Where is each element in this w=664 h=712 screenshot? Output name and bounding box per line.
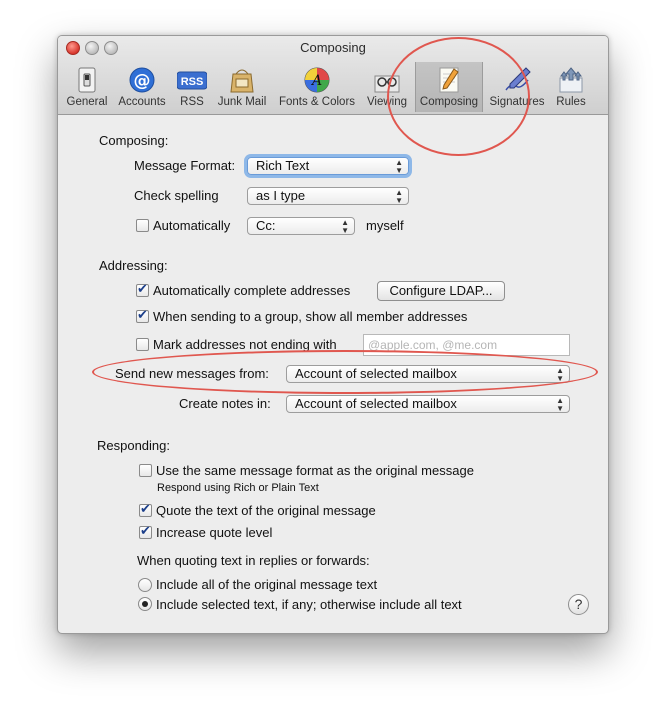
send-from-popup[interactable]: Account of selected mailbox ▲ ▼ — [286, 365, 570, 383]
toolbar: Composing General @ Accounts RSS RSS Jun… — [58, 36, 608, 115]
addressing-heading: Addressing: — [99, 258, 168, 273]
svg-text:@: @ — [134, 71, 151, 91]
pencil-icon — [439, 67, 459, 93]
message-format-popup[interactable]: Rich Text ▲ ▼ — [247, 157, 409, 175]
quoting-heading: When quoting text in replies or forwards… — [137, 553, 370, 568]
rss-icon: RSS — [177, 71, 207, 90]
same-format-checkbox[interactable] — [139, 464, 152, 477]
auto-complete-label: Automatically complete addresses — [153, 283, 351, 298]
message-format-label: Message Format: — [134, 158, 236, 173]
tab-accounts[interactable]: @ Accounts — [114, 62, 170, 112]
same-format-label: Use the same message format as the origi… — [156, 463, 474, 478]
popup-arrows-icon: ▲ ▼ — [341, 218, 349, 235]
configure-ldap-button[interactable]: Configure LDAP... — [377, 281, 505, 301]
send-from-label: Send new messages from: — [115, 366, 269, 381]
create-notes-label: Create notes in: — [179, 396, 271, 411]
color-palette-icon: A — [304, 67, 330, 93]
tab-fonts-colors[interactable]: A Fonts & Colors — [274, 62, 360, 112]
create-notes-popup[interactable]: Account of selected mailbox ▲ ▼ — [286, 395, 570, 413]
increase-quote-checkbox[interactable] — [139, 524, 152, 539]
glasses-icon — [374, 75, 400, 93]
tab-junk-mail-label: Junk Mail — [217, 96, 267, 108]
fountain-pen-icon — [505, 67, 531, 91]
light-switch-icon — [78, 67, 96, 93]
quote-text-label: Quote the text of the original message — [156, 503, 376, 518]
tab-rules[interactable]: Rules — [550, 62, 592, 112]
tab-composing-label: Composing — [419, 96, 479, 108]
popup-arrows-icon: ▲ ▼ — [556, 366, 564, 383]
quote-text-checkbox[interactable] — [139, 502, 152, 517]
auto-cc-label: Automatically — [153, 218, 231, 233]
check-spelling-label: Check spelling — [134, 188, 219, 203]
tab-general-label: General — [66, 96, 108, 108]
auto-cc-value: Cc: — [256, 218, 276, 233]
svg-text:A: A — [310, 73, 322, 89]
tab-general[interactable]: General — [64, 62, 110, 112]
auto-complete-checkbox[interactable] — [136, 282, 149, 297]
popup-arrows-icon: ▲ ▼ — [395, 188, 403, 205]
tab-viewing-label: Viewing — [366, 96, 408, 108]
check-spelling-value: as I type — [256, 188, 306, 203]
popup-arrows-icon: ▲ ▼ — [395, 158, 403, 175]
help-button[interactable]: ? — [568, 594, 589, 615]
tab-rss[interactable]: RSS RSS — [174, 62, 210, 112]
tab-accounts-label: Accounts — [118, 96, 166, 108]
include-all-radio[interactable] — [138, 578, 152, 592]
preferences-window: Composing General @ Accounts RSS RSS Jun… — [57, 35, 609, 634]
junk-mail-bag-icon — [230, 69, 254, 93]
responding-heading: Responding: — [97, 438, 170, 453]
tab-junk-mail[interactable]: Junk Mail — [214, 62, 270, 112]
mark-addresses-label: Mark addresses not ending with — [153, 337, 337, 352]
auto-cc-popup[interactable]: Cc: ▲ ▼ — [247, 217, 355, 235]
tab-rss-label: RSS — [180, 96, 204, 108]
tab-composing[interactable]: Composing — [415, 62, 483, 112]
include-selected-label: Include selected text, if any; otherwise… — [156, 597, 462, 612]
increase-quote-label: Increase quote level — [156, 525, 273, 540]
popup-arrows-icon: ▲ ▼ — [556, 396, 564, 413]
include-selected-radio[interactable] — [138, 597, 152, 611]
send-from-value: Account of selected mailbox — [295, 366, 457, 381]
composing-heading: Composing: — [99, 133, 169, 148]
mark-addresses-field[interactable]: @apple.com, @me.com — [363, 334, 570, 356]
check-spelling-popup[interactable]: as I type ▲ ▼ — [247, 187, 409, 205]
message-format-value: Rich Text — [256, 158, 310, 173]
include-all-label: Include all of the original message text — [156, 577, 378, 592]
tab-signatures-label: Signatures — [489, 96, 545, 108]
create-notes-value: Account of selected mailbox — [295, 396, 457, 411]
auto-cc-suffix: myself — [366, 218, 404, 233]
composing-pane: Composing: Message Format: Rich Text ▲ ▼ … — [58, 115, 608, 633]
auto-cc-checkbox[interactable] — [136, 219, 149, 232]
window-title: Composing — [300, 40, 366, 55]
tab-viewing[interactable]: Viewing — [364, 62, 410, 112]
group-members-checkbox[interactable] — [136, 308, 149, 323]
svg-text:RSS: RSS — [181, 76, 204, 88]
mark-addresses-checkbox[interactable] — [136, 338, 149, 351]
tab-rules-label: Rules — [556, 96, 586, 108]
same-format-hint: Respond using Rich or Plain Text — [157, 482, 319, 494]
at-sign-icon: @ — [129, 67, 155, 93]
tab-fonts-colors-label: Fonts & Colors — [278, 96, 356, 108]
tab-signatures[interactable]: Signatures — [487, 62, 547, 112]
rules-arrows-icon — [559, 67, 583, 93]
group-members-label: When sending to a group, show all member… — [153, 309, 468, 324]
